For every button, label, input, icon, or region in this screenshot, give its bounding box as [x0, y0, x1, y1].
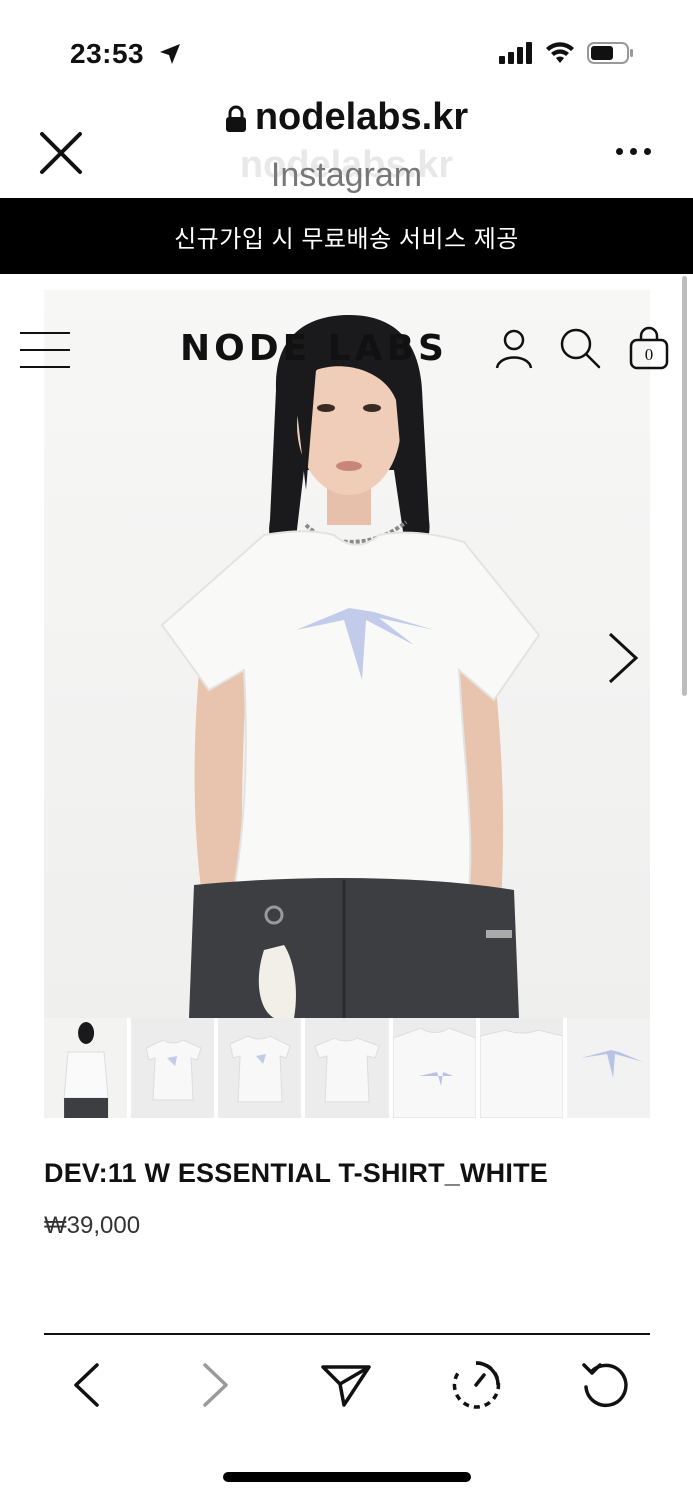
share-icon — [321, 1365, 371, 1407]
thumbnail[interactable] — [566, 1018, 650, 1118]
more-icon[interactable] — [616, 148, 651, 155]
thumbnail[interactable] — [44, 1018, 128, 1118]
status-time: 23:53 — [70, 38, 145, 69]
home-indicator[interactable] — [223, 1472, 471, 1482]
reload-icon — [582, 1363, 628, 1408]
site-logo[interactable]: NODE LABS — [180, 328, 448, 369]
product-name: DEV:11 W ESSENTIAL T-SHIRT_WHITE — [44, 1158, 548, 1188]
source-label: Instagram — [270, 156, 423, 194]
user-icon[interactable] — [494, 326, 534, 370]
product-image[interactable] — [44, 290, 650, 1018]
history-icon — [452, 1361, 501, 1409]
status-icons — [499, 42, 633, 64]
divider — [44, 1333, 650, 1335]
promo-banner[interactable]: 신규가입 시 무료배송 서비스 제공 — [0, 198, 693, 274]
url-display[interactable]: nodelabs.kr — [0, 96, 693, 139]
share-button[interactable] — [316, 1350, 376, 1420]
site-nav: NODE LABS 0 — [0, 318, 693, 388]
browser-header: nodelabs.kr nodelabs.kr Instagram — [0, 90, 693, 200]
product-photo — [160, 315, 541, 1018]
wifi-icon — [546, 42, 574, 63]
thumbnail[interactable] — [131, 1018, 215, 1118]
back-button[interactable] — [56, 1350, 116, 1420]
thumbnail[interactable] — [218, 1018, 302, 1118]
forward-button[interactable] — [186, 1350, 246, 1420]
location-arrow-icon — [160, 44, 180, 64]
reload-button[interactable] — [576, 1350, 636, 1420]
history-button[interactable] — [446, 1350, 506, 1420]
thumbnail[interactable] — [479, 1018, 563, 1118]
product-price: ₩39,000 — [44, 1212, 141, 1239]
signal-icon — [499, 42, 532, 64]
browser-toolbar — [0, 1350, 693, 1420]
cart-icon[interactable]: 0 — [628, 326, 670, 370]
back-icon — [74, 1363, 99, 1407]
search-icon[interactable] — [558, 326, 602, 370]
thumbnail-strip — [44, 1018, 650, 1118]
thumbnail[interactable] — [392, 1018, 476, 1118]
cart-count: 0 — [644, 345, 654, 364]
lock-icon — [225, 105, 246, 132]
url-text: nodelabs.kr — [254, 96, 469, 138]
thumbnail[interactable] — [305, 1018, 389, 1118]
menu-icon[interactable] — [20, 332, 70, 370]
chevron-right-icon[interactable] — [604, 630, 640, 686]
battery-icon — [587, 42, 633, 64]
forward-icon — [203, 1363, 228, 1407]
